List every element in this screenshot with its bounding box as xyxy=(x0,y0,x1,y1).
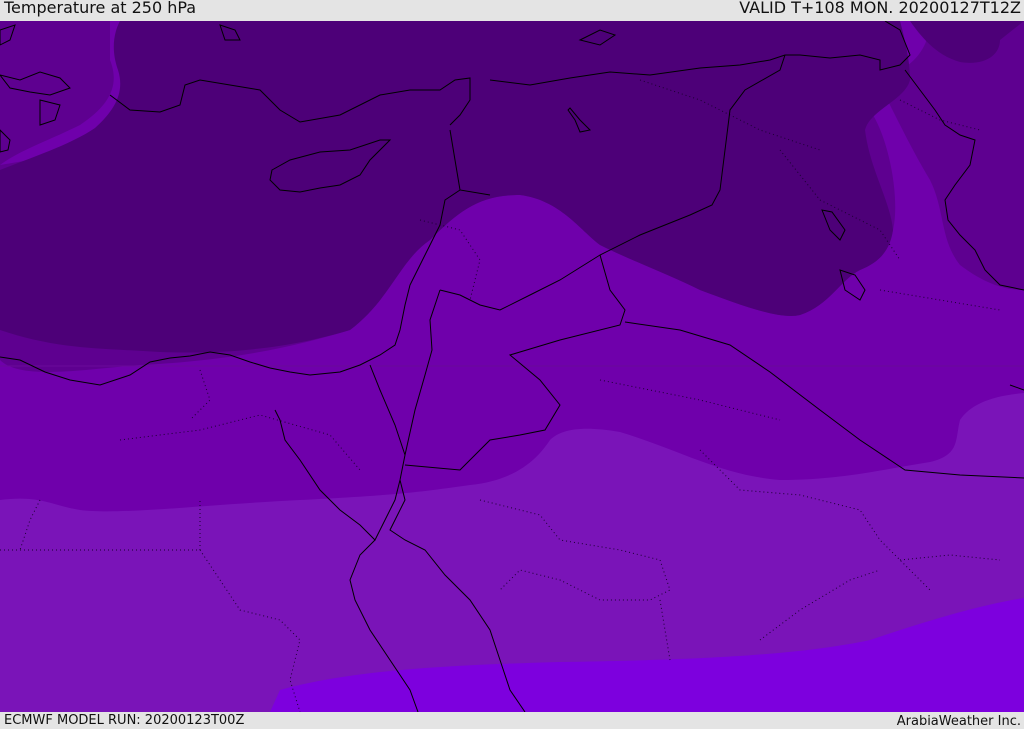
credit: ArabiaWeather Inc. xyxy=(896,714,1021,729)
header-bar: Temperature at 250 hPa VALID T+108 MON. … xyxy=(0,0,1024,21)
map-frame: Temperature at 250 hPa VALID T+108 MON. … xyxy=(0,0,1024,729)
map-title: Temperature at 250 hPa xyxy=(4,0,197,17)
model-run: ECMWF MODEL RUN: 20200123T00Z xyxy=(4,713,245,728)
valid-time: VALID T+108 MON. 20200127T12Z xyxy=(739,0,1021,17)
temperature-map xyxy=(0,21,1024,712)
footer-bar: ECMWF MODEL RUN: 20200123T00Z ArabiaWeat… xyxy=(0,712,1024,729)
